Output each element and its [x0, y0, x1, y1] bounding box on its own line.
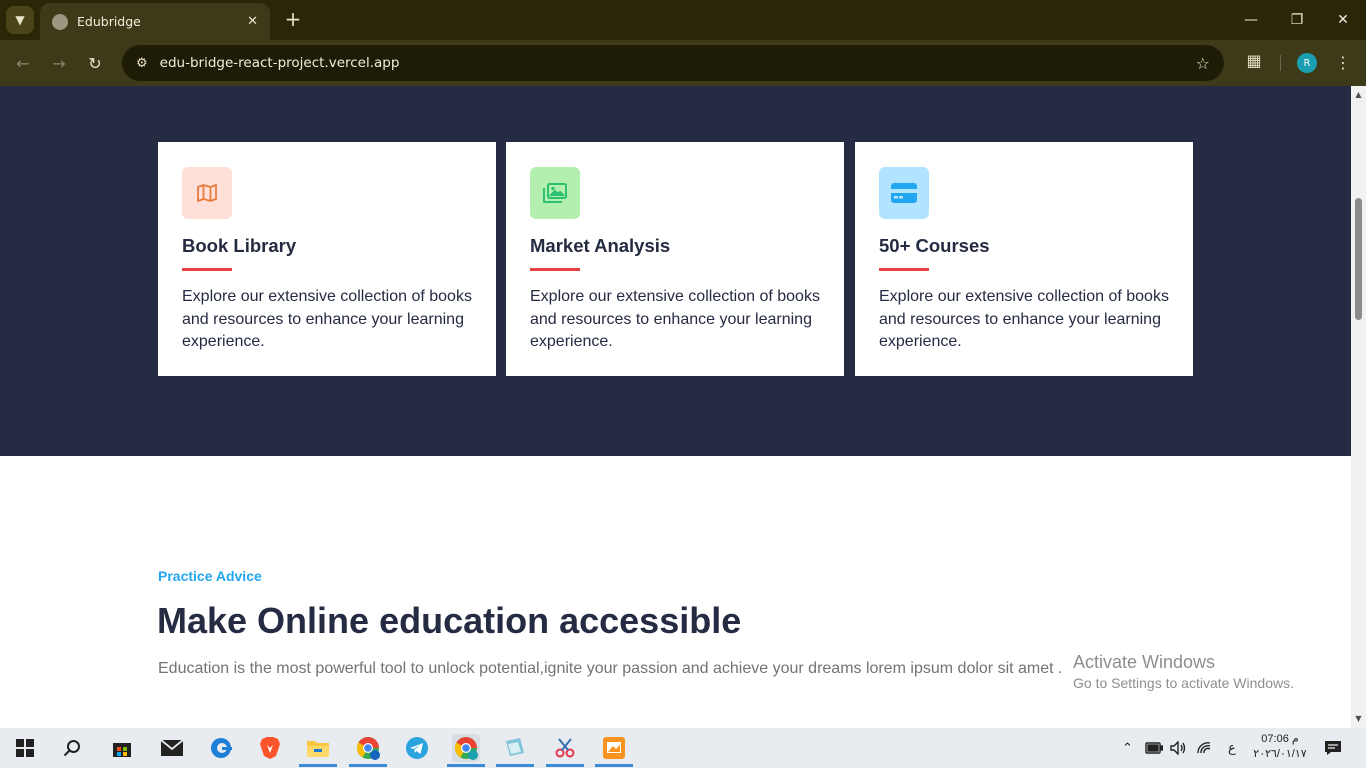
reload-icon[interactable]: ↻ [83, 51, 107, 75]
telegram-icon[interactable] [403, 734, 431, 762]
credit-card-icon [879, 167, 929, 219]
active-indicator [496, 764, 534, 767]
accent-divider [182, 268, 232, 271]
close-window-icon[interactable]: ✕ [1320, 0, 1366, 40]
store-bag-icon[interactable] [108, 734, 136, 762]
toolbar-separator [1280, 55, 1281, 71]
chrome-profile-r-icon[interactable] [452, 734, 480, 762]
minimize-icon[interactable]: — [1228, 0, 1274, 40]
bookmark-star-icon[interactable]: ☆ [1196, 54, 1210, 73]
browser-tab-bar: ▼ Edubridge ✕ + — ❐ ✕ [0, 0, 1366, 40]
input-language-indicator[interactable]: ع [1228, 728, 1236, 768]
speaker-volume-icon[interactable] [1170, 728, 1186, 768]
section-subtext: Education is the most powerful tool to u… [158, 660, 1063, 677]
feature-title: 50+ Courses [879, 235, 990, 256]
feature-description: Explore our extensive collection of book… [530, 288, 820, 350]
back-arrow-icon[interactable]: ← [11, 51, 35, 75]
address-bar-row: ← → ↻ ⚙ edu-bridge-react-project.vercel.… [0, 40, 1366, 86]
feature-card-book-library: Book Library Explore our extensive colle… [158, 142, 496, 376]
more-menu-icon[interactable]: ⋮ [1334, 53, 1352, 73]
close-tab-icon[interactable]: ✕ [247, 14, 258, 29]
new-tab-plus-icon[interactable]: + [282, 8, 304, 30]
profile-avatar[interactable]: R [1297, 53, 1317, 73]
edge-browser-icon[interactable] [207, 734, 235, 762]
tab-title: Edubridge [77, 14, 141, 29]
snipping-tool-icon[interactable] [551, 734, 579, 762]
image-gallery-icon [530, 167, 580, 219]
show-hidden-icons-chevron[interactable]: ⌃ [1122, 728, 1133, 768]
browser-tab[interactable]: Edubridge ✕ [40, 3, 270, 40]
active-indicator [595, 764, 633, 767]
feature-card-market-analysis: Market Analysis Explore our extensive co… [506, 142, 844, 376]
feature-card-courses: 50+ Courses Explore our extensive collec… [855, 142, 1193, 376]
feature-description: Explore our extensive collection of book… [182, 288, 472, 350]
active-indicator [546, 764, 584, 767]
forward-arrow-icon[interactable]: → [47, 51, 71, 75]
url-text[interactable]: edu-bridge-react-project.vercel.app [160, 55, 1196, 71]
activate-windows-watermark: Activate Windows Go to Settings to activ… [1073, 652, 1294, 691]
active-indicator [349, 764, 387, 767]
window-controls: — ❐ ✕ [1228, 0, 1366, 40]
image-editor-icon[interactable] [600, 734, 628, 762]
chrome-profile-j-icon[interactable] [354, 734, 382, 762]
file-explorer-icon[interactable] [304, 734, 332, 762]
restore-icon[interactable]: ❐ [1274, 0, 1320, 40]
section-headline: Make Online education accessible [157, 600, 742, 641]
notes-app-icon[interactable] [501, 734, 529, 762]
active-indicator [447, 764, 485, 767]
battery-icon[interactable] [1145, 728, 1163, 768]
globe-icon [52, 13, 68, 30]
feature-title: Book Library [182, 235, 297, 256]
accent-divider [530, 268, 580, 271]
brave-browser-icon[interactable] [256, 734, 284, 762]
features-section: Book Library Explore our extensive colle… [0, 86, 1351, 456]
search-icon[interactable] [58, 734, 86, 762]
page-viewport: Book Library Explore our extensive colle… [0, 86, 1351, 728]
map-icon [182, 167, 232, 219]
omnibox[interactable]: ⚙ edu-bridge-react-project.vercel.app ☆ [122, 45, 1224, 81]
clock-date: ٢٠٢٦/٠١/١٧ [1253, 748, 1307, 760]
extensions-puzzle-icon[interactable]: ▦ [1242, 51, 1266, 75]
scroll-up-arrow-icon[interactable]: ▲ [1351, 88, 1366, 102]
page-scrollbar[interactable]: ▲ ▼ [1351, 86, 1366, 728]
notifications-icon[interactable] [1324, 728, 1342, 768]
windows-start-icon[interactable] [11, 734, 39, 762]
clock-time: 07:06 م [1261, 733, 1299, 745]
taskbar-clock[interactable]: 07:06 م ٢٠٢٦/٠١/١٧ [1250, 732, 1310, 762]
practice-eyebrow: Practice Advice [158, 568, 262, 584]
scroll-down-arrow-icon[interactable]: ▼ [1351, 712, 1366, 726]
windows-taskbar: ⌃ ع 07:06 م ٢٠٢٦/٠١/١٧ [0, 728, 1366, 768]
tab-search-chevron-icon[interactable]: ▼ [6, 6, 34, 34]
scroll-thumb[interactable] [1355, 198, 1362, 320]
feature-title: Market Analysis [530, 235, 671, 256]
mail-icon[interactable] [158, 734, 186, 762]
feature-description: Explore our extensive collection of book… [879, 288, 1169, 350]
wifi-icon[interactable] [1196, 728, 1212, 768]
site-settings-icon[interactable]: ⚙ [136, 56, 148, 71]
active-indicator [299, 764, 337, 767]
accent-divider [879, 268, 929, 271]
